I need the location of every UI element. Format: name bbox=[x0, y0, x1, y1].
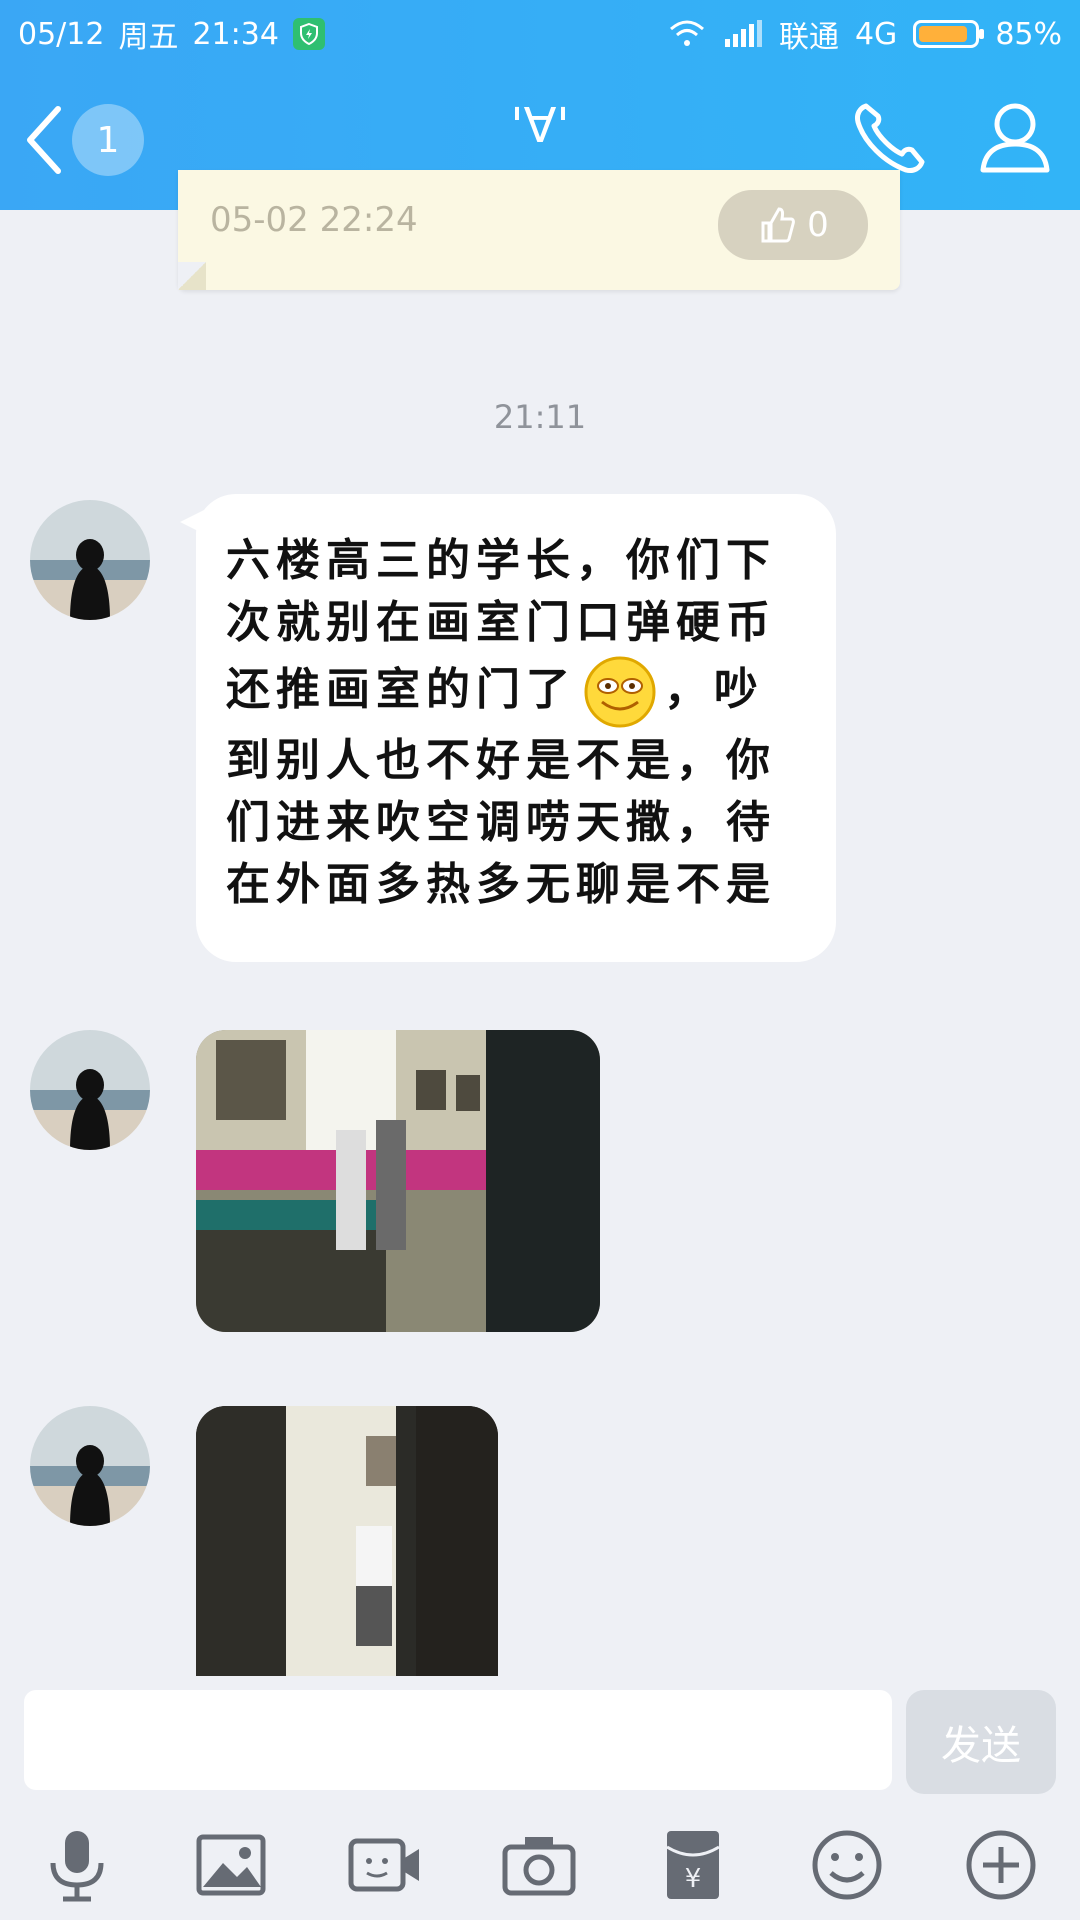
carrier-label: 联通 bbox=[778, 20, 839, 55]
photo-message[interactable] bbox=[196, 1030, 600, 1332]
toolbar: ¥ bbox=[0, 1820, 1080, 1920]
video-icon bbox=[348, 1838, 419, 1892]
battery-icon bbox=[913, 20, 985, 48]
message-timestamp: 21:11 bbox=[493, 398, 587, 436]
red-packet-icon: ¥ bbox=[666, 1831, 720, 1899]
video-call-button[interactable] bbox=[340, 1820, 430, 1910]
message-input[interactable] bbox=[24, 1690, 892, 1790]
status-bar: 05/12 周五 21:34 联通 4G 85% bbox=[0, 0, 1080, 62]
like-button[interactable]: 0 bbox=[718, 190, 868, 260]
camera-icon bbox=[502, 1837, 576, 1896]
plus-icon bbox=[966, 1830, 1036, 1900]
send-button[interactable]: 发送 bbox=[906, 1690, 1056, 1794]
microphone-icon bbox=[50, 1831, 104, 1902]
battery-label: 85% bbox=[995, 16, 1062, 52]
photo-message[interactable] bbox=[196, 1406, 498, 1676]
wifi-icon bbox=[669, 20, 704, 46]
status-weekday: 周五 bbox=[118, 20, 179, 55]
camera-button[interactable] bbox=[494, 1820, 584, 1910]
card-time: 05-02 22:24 bbox=[210, 200, 418, 240]
image-button[interactable] bbox=[186, 1820, 276, 1910]
message-bubble[interactable]: 六楼高三的学长，你们下次就别在画室门口弹硬币还推画室的门了 ，吵到别人也不好是不是… bbox=[180, 494, 836, 962]
more-button[interactable] bbox=[956, 1820, 1046, 1910]
emoji-icon bbox=[812, 1830, 882, 1900]
red-packet-button[interactable]: ¥ bbox=[648, 1820, 738, 1910]
svg-text:¥: ¥ bbox=[685, 1864, 702, 1894]
voice-button[interactable] bbox=[32, 1820, 122, 1910]
phone-icon[interactable] bbox=[850, 98, 930, 178]
status-date: 05/12 bbox=[18, 16, 105, 52]
avatar[interactable] bbox=[30, 1406, 150, 1526]
card-fold bbox=[178, 262, 206, 290]
shield-icon bbox=[292, 18, 325, 50]
avatar[interactable] bbox=[30, 500, 150, 620]
profile-icon[interactable] bbox=[975, 98, 1055, 178]
emoji-button[interactable] bbox=[802, 1820, 892, 1910]
avatar[interactable] bbox=[30, 1030, 150, 1150]
message-text: 六楼高三的学长，你们下次就别在画室门口弹硬币还推画室的门了 ，吵到别人也不好是不是… bbox=[226, 530, 806, 916]
like-count: 0 bbox=[807, 205, 829, 245]
input-bar: 发送 ¥ bbox=[0, 1680, 1080, 1920]
smile-emoji-icon bbox=[584, 656, 656, 728]
network-label: 4G bbox=[854, 16, 898, 52]
image-icon bbox=[196, 1834, 266, 1896]
signal-icon bbox=[724, 20, 762, 47]
status-time: 21:34 bbox=[192, 16, 279, 52]
thumb-up-icon bbox=[761, 207, 796, 243]
shared-card[interactable]: 05-02 22:24 0 bbox=[178, 170, 900, 290]
